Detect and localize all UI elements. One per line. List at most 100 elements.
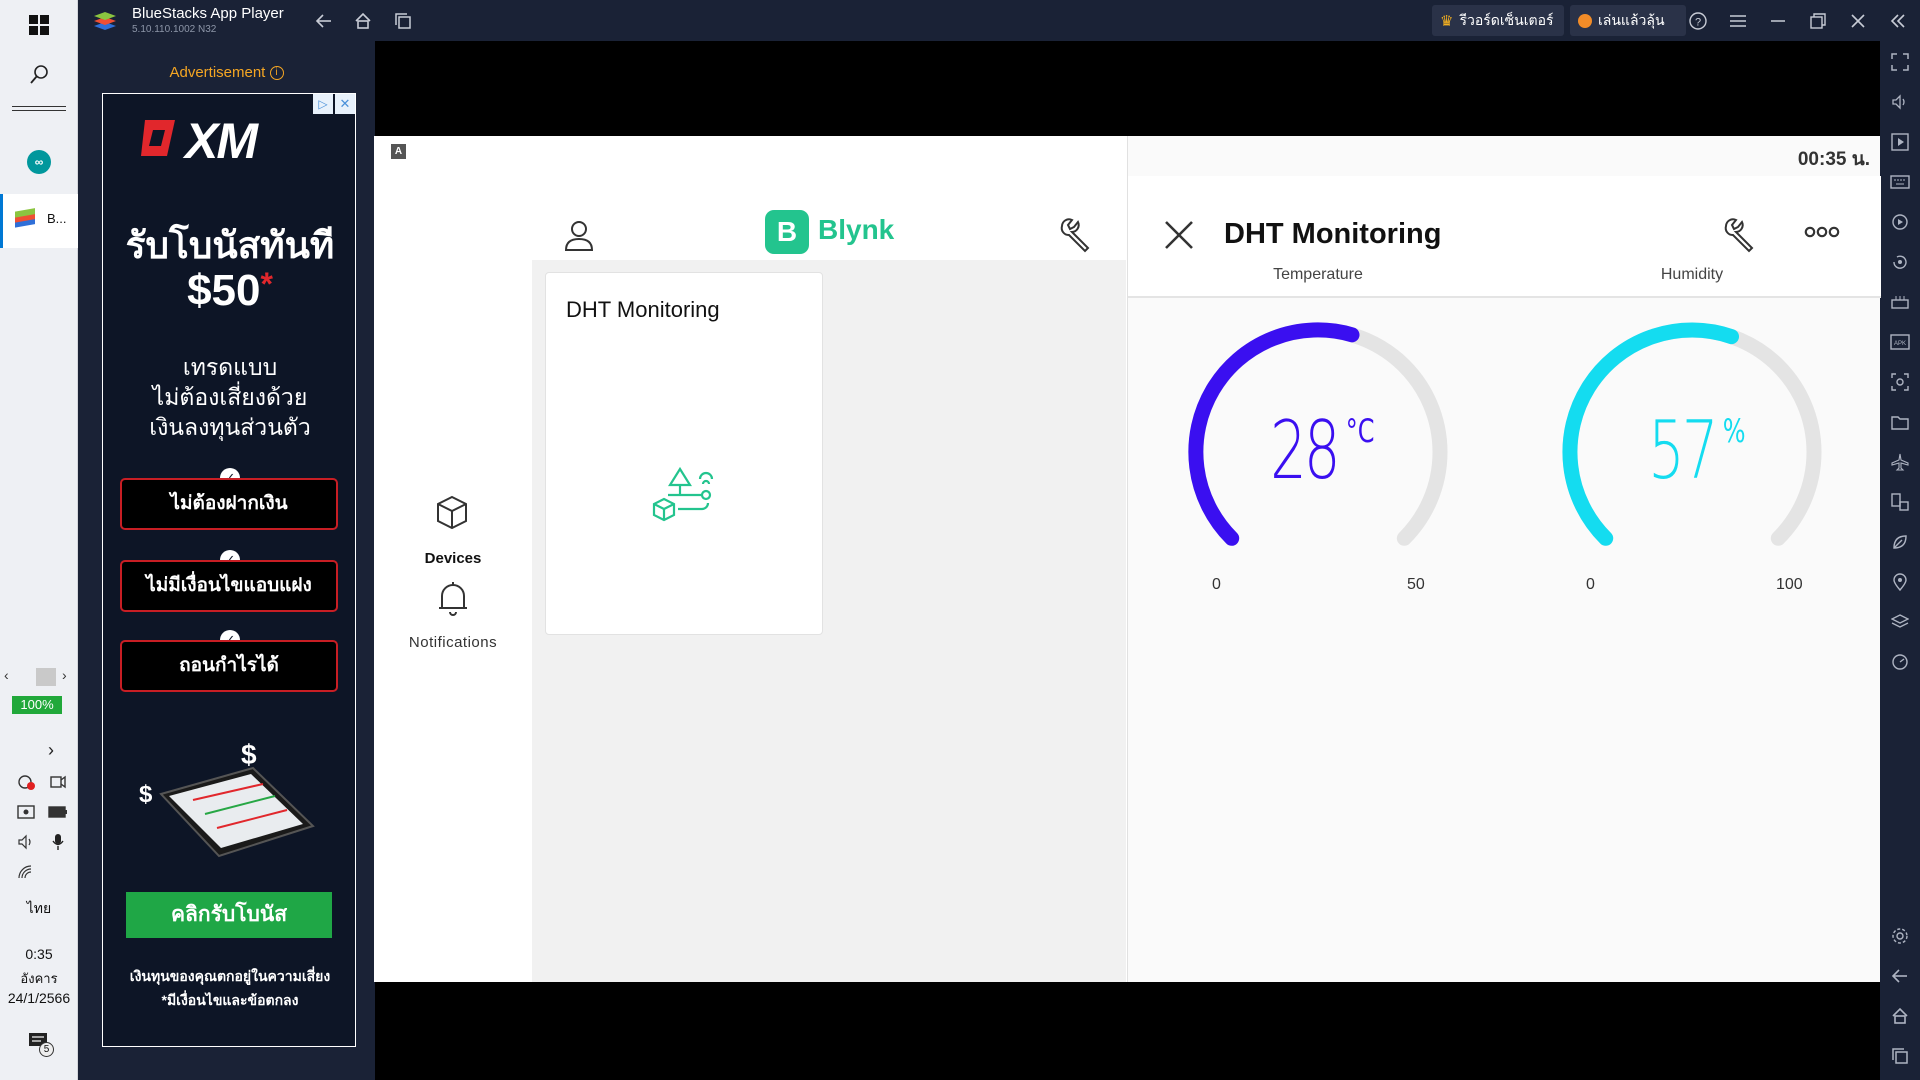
- wifi-icon[interactable]: [14, 860, 38, 884]
- record-icon[interactable]: [1888, 210, 1912, 234]
- gauge-value-humidity: 57%: [1502, 404, 1882, 497]
- ad-disclaimer2: *มีเงื่อนไขและข้อตกลง: [161, 992, 299, 1008]
- network-error-icon[interactable]: [14, 770, 38, 794]
- clock-day: อังคาร: [20, 971, 58, 986]
- status-time: 00:35 น.: [1797, 149, 1870, 170]
- play-win-button[interactable]: เล่นแล้วลุ้น: [1570, 5, 1686, 36]
- notification-center-icon[interactable]: 5: [28, 1032, 54, 1058]
- gauge-value-number: 57: [1648, 404, 1718, 497]
- close-icon[interactable]: [1162, 218, 1198, 254]
- ad-cta-button[interactable]: คลิกรับโบนัส: [126, 892, 332, 938]
- media-manager-icon[interactable]: [1888, 130, 1912, 154]
- multi-instance-icon[interactable]: [1888, 490, 1912, 514]
- phone-illustration-icon: $ $: [133, 734, 333, 864]
- chevron-right-icon[interactable]: ›: [48, 740, 54, 761]
- back-icon[interactable]: [312, 9, 336, 33]
- ad-close-icon[interactable]: ✕: [335, 94, 355, 114]
- screen-share-icon[interactable]: [14, 800, 38, 824]
- home-icon[interactable]: [351, 9, 375, 33]
- notification-count: 5: [39, 1042, 54, 1057]
- volume-icon[interactable]: [14, 830, 38, 854]
- layers-icon[interactable]: [1888, 610, 1912, 634]
- devices-cube-icon[interactable]: [434, 494, 472, 532]
- crown-icon: ♛: [1440, 12, 1454, 30]
- more-options-icon[interactable]: [1804, 224, 1844, 246]
- adchoices-icon[interactable]: ▷: [313, 94, 333, 114]
- meet-now-icon[interactable]: [46, 770, 70, 794]
- arduino-app-icon[interactable]: ∞: [0, 142, 78, 182]
- ad-amount-star: *: [260, 266, 273, 302]
- profile-icon[interactable]: [562, 218, 598, 254]
- macro-icon[interactable]: [1888, 290, 1912, 314]
- devices-pane: A B Blynk Devices Notifications DHT Moni…: [374, 136, 1126, 982]
- window-version: 5.10.110.1002 N32: [132, 24, 217, 35]
- airplane-mode-icon[interactable]: [1888, 450, 1912, 474]
- play-win-label: เล่นแล้วลุ้น: [1598, 11, 1665, 28]
- ad-disclaimer1: เงินทุนของคุณตกอยู่ในความเสี่ยง: [129, 968, 331, 984]
- input-language[interactable]: ไทย: [0, 898, 78, 920]
- gauge-label-humidity: Humidity: [1660, 266, 1724, 283]
- location-icon[interactable]: [1888, 570, 1912, 594]
- bluestacks-taskbar-item[interactable]: B...: [0, 194, 78, 248]
- info-icon[interactable]: i: [269, 66, 284, 81]
- ad-amount-value: $50: [187, 266, 261, 315]
- rotate-icon[interactable]: [1888, 250, 1912, 274]
- chevron-left-icon[interactable]: ‹: [4, 668, 18, 682]
- ad-sub3: เงินลงทุนส่วนตัว: [149, 414, 311, 440]
- recent-apps-icon[interactable]: [391, 9, 415, 33]
- folder-icon[interactable]: [1888, 410, 1912, 434]
- wrench-icon[interactable]: [1720, 216, 1760, 256]
- status-badge: A: [391, 144, 406, 159]
- close-icon[interactable]: [1846, 9, 1870, 33]
- gauge-max: 50: [1407, 576, 1425, 593]
- blynk-logo-badge: B: [765, 210, 809, 254]
- gauge-value-temperature: 28 °C: [1128, 404, 1508, 497]
- bell-icon[interactable]: [436, 580, 472, 618]
- back-icon[interactable]: [1888, 964, 1912, 988]
- settings-icon[interactable]: [1888, 924, 1912, 948]
- advertisement-text: Advertisement: [169, 64, 266, 81]
- home-icon[interactable]: [1888, 1004, 1912, 1028]
- clock-time[interactable]: 0:35: [0, 946, 78, 962]
- eco-mode-icon[interactable]: [1888, 530, 1912, 554]
- wrench-icon[interactable]: [1056, 216, 1096, 256]
- divider: [12, 110, 66, 111]
- xm-logo-icon: [139, 116, 175, 160]
- performance-icon[interactable]: [1888, 650, 1912, 674]
- gauge-value-unit: %: [1722, 412, 1746, 450]
- apk-install-icon[interactable]: APK: [1888, 330, 1912, 354]
- volume-icon[interactable]: [1888, 90, 1912, 114]
- keyboard-icon[interactable]: [1888, 170, 1912, 194]
- window-title: BlueStacks App Player: [132, 5, 284, 22]
- coin-icon: [1578, 13, 1592, 28]
- reward-center-button[interactable]: ♛ รีวอร์ดเซ็นเตอร์: [1432, 5, 1564, 36]
- nav-devices[interactable]: Devices: [374, 550, 532, 567]
- help-icon[interactable]: ?: [1686, 9, 1710, 33]
- svg-text:?: ?: [1695, 17, 1701, 29]
- recent-apps-icon[interactable]: [1888, 1044, 1912, 1068]
- chevron-right-icon[interactable]: ›: [62, 668, 76, 682]
- battery-icon[interactable]: [46, 800, 70, 824]
- device-card[interactable]: DHT Monitoring: [545, 272, 823, 635]
- screenshot-icon[interactable]: [1888, 370, 1912, 394]
- menu-icon[interactable]: [1726, 9, 1750, 33]
- gauge-min: 0: [1212, 576, 1221, 593]
- gauge-label-temperature: Temperature: [1273, 266, 1363, 283]
- windows-start-icon[interactable]: [0, 8, 78, 42]
- advertisement-label: Advertisement i: [78, 64, 375, 81]
- taskbar-app-label: B...: [47, 211, 67, 226]
- gauge-value-unit: °C: [1345, 412, 1375, 450]
- ad-bullet: ไม่มีเงื่อนไขแอบแฝง: [120, 560, 338, 612]
- xm-ad-banner[interactable]: ▷ ✕ XM รับโบนัสทันที $50* เทรดแบบ ไม่ต้อ…: [102, 93, 356, 1047]
- svg-text:$: $: [139, 781, 153, 808]
- fullscreen-icon[interactable]: [1888, 50, 1912, 74]
- ad-bullet: ไม่ต้องฝากเงิน: [120, 478, 338, 530]
- restore-icon[interactable]: [1806, 9, 1830, 33]
- scroll-thumb[interactable]: [36, 668, 56, 686]
- bluestacks-titlebar: BlueStacks App Player 5.10.110.1002 N32 …: [78, 0, 1920, 41]
- search-icon[interactable]: [0, 58, 78, 92]
- collapse-sidebar-icon[interactable]: [1886, 9, 1910, 33]
- minimize-icon[interactable]: [1766, 9, 1790, 33]
- nav-notifications[interactable]: Notifications: [374, 634, 532, 651]
- microphone-icon[interactable]: [46, 830, 70, 854]
